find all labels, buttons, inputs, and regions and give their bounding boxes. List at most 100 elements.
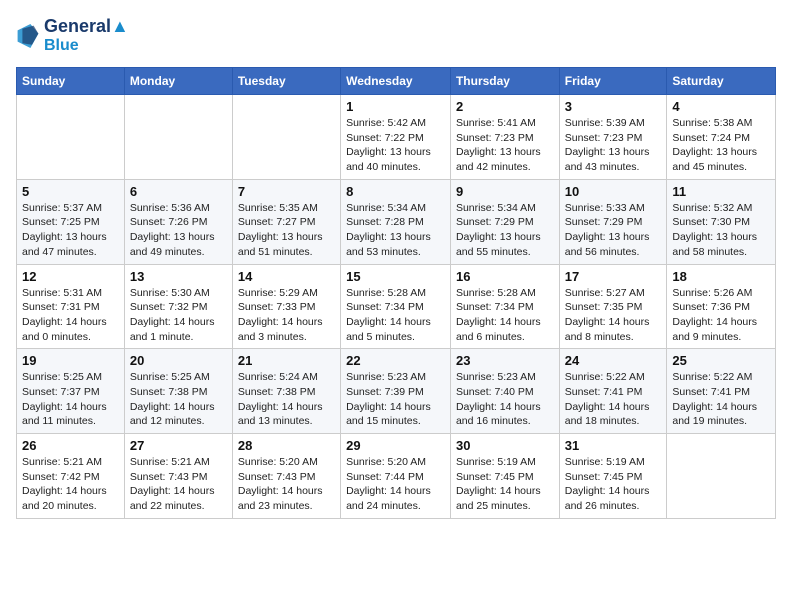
weekday-header-thursday: Thursday	[450, 68, 559, 95]
calendar-cell: 10Sunrise: 5:33 AM Sunset: 7:29 PM Dayli…	[559, 179, 667, 264]
day-number: 25	[672, 353, 770, 368]
day-number: 14	[238, 269, 335, 284]
calendar-cell	[17, 95, 125, 180]
calendar-cell: 15 Sunrise: 5:28 AM Sunset: 7:34 PM Dayli…	[341, 264, 451, 349]
day-number: 28	[238, 438, 335, 453]
calendar-cell: 2 Sunrise: 5:41 AM Sunset: 7:23 PM Daylig…	[450, 95, 559, 180]
weekday-header-sunday: Sunday	[17, 68, 125, 95]
day-number: 7	[238, 184, 335, 199]
day-info: Sunrise: 5:22 AM Sunset: 7:41 PM Dayligh…	[672, 370, 770, 429]
day-info: Sunrise: 5:39 AM Sunset: 7:23 PM Dayligh…	[565, 116, 662, 175]
calendar-cell: 11 Sunrise: 5:32 AM Sunset: 7:30 PM Dayli…	[667, 179, 776, 264]
day-info: Sunrise: 5:26 AM Sunset: 7:36 PM Dayligh…	[672, 286, 770, 345]
calendar-cell: 4 Sunrise: 5:38 AM Sunset: 7:24 PM Daylig…	[667, 95, 776, 180]
day-info: Sunrise: 5:22 AM Sunset: 7:41 PM Dayligh…	[565, 370, 662, 429]
day-info: Sunrise: 5:35 AM Sunset: 7:27 PM Dayligh…	[238, 201, 335, 260]
day-number: 22	[346, 353, 445, 368]
day-info: Sunrise: 5:25 AM Sunset: 7:37 PM Dayligh…	[22, 370, 119, 429]
day-info: Sunrise: 5:32 AM Sunset: 7:30 PM Dayligh…	[672, 201, 770, 260]
calendar-week-1: 1 Sunrise: 5:42 AM Sunset: 7:22 PM Daylig…	[17, 95, 776, 180]
calendar-cell: 1 Sunrise: 5:42 AM Sunset: 7:22 PM Daylig…	[341, 95, 451, 180]
calendar-cell: 22 Sunrise: 5:23 AM Sunset: 7:39 PM Dayli…	[341, 349, 451, 434]
calendar-cell: 29 Sunrise: 5:20 AM Sunset: 7:44 PM Dayli…	[341, 434, 451, 519]
day-number: 13	[130, 269, 227, 284]
day-info: Sunrise: 5:23 AM Sunset: 7:40 PM Dayligh…	[456, 370, 554, 429]
calendar-cell: 31 Sunrise: 5:19 AM Sunset: 7:45 PM Dayli…	[559, 434, 667, 519]
day-info: Sunrise: 5:36 AM Sunset: 7:26 PM Dayligh…	[130, 201, 227, 260]
calendar-cell: 13Sunrise: 5:30 AM Sunset: 7:32 PM Dayli…	[124, 264, 232, 349]
day-number: 10	[565, 184, 662, 199]
calendar-cell: 24 Sunrise: 5:22 AM Sunset: 7:41 PM Dayli…	[559, 349, 667, 434]
day-number: 8	[346, 184, 445, 199]
day-number: 30	[456, 438, 554, 453]
day-number: 17	[565, 269, 662, 284]
calendar-week-2: 5 Sunrise: 5:37 AM Sunset: 7:25 PM Daylig…	[17, 179, 776, 264]
day-info: Sunrise: 5:23 AM Sunset: 7:39 PM Dayligh…	[346, 370, 445, 429]
day-number: 2	[456, 99, 554, 114]
calendar-cell: 12 Sunrise: 5:31 AM Sunset: 7:31 PM Dayli…	[17, 264, 125, 349]
calendar-cell	[124, 95, 232, 180]
calendar-cell: 30Sunrise: 5:19 AM Sunset: 7:45 PM Dayli…	[450, 434, 559, 519]
calendar-cell: 6 Sunrise: 5:36 AM Sunset: 7:26 PM Daylig…	[124, 179, 232, 264]
day-info: Sunrise: 5:21 AM Sunset: 7:42 PM Dayligh…	[22, 455, 119, 514]
day-number: 19	[22, 353, 119, 368]
day-number: 6	[130, 184, 227, 199]
day-info: Sunrise: 5:31 AM Sunset: 7:31 PM Dayligh…	[22, 286, 119, 345]
day-number: 11	[672, 184, 770, 199]
day-info: Sunrise: 5:21 AM Sunset: 7:43 PM Dayligh…	[130, 455, 227, 514]
day-info: Sunrise: 5:20 AM Sunset: 7:44 PM Dayligh…	[346, 455, 445, 514]
calendar-cell: 20 Sunrise: 5:25 AM Sunset: 7:38 PM Dayli…	[124, 349, 232, 434]
calendar-cell	[667, 434, 776, 519]
weekday-header-monday: Monday	[124, 68, 232, 95]
calendar-body: 1 Sunrise: 5:42 AM Sunset: 7:22 PM Daylig…	[17, 95, 776, 519]
logo: General▲ Blue	[16, 16, 129, 55]
calendar-cell: 8 Sunrise: 5:34 AM Sunset: 7:28 PM Daylig…	[341, 179, 451, 264]
day-number: 31	[565, 438, 662, 453]
day-number: 21	[238, 353, 335, 368]
logo-icon	[16, 22, 40, 50]
day-info: Sunrise: 5:34 AM Sunset: 7:29 PM Dayligh…	[456, 201, 554, 260]
day-number: 15	[346, 269, 445, 284]
day-info: Sunrise: 5:24 AM Sunset: 7:38 PM Dayligh…	[238, 370, 335, 429]
calendar-cell: 9 Sunrise: 5:34 AM Sunset: 7:29 PM Daylig…	[450, 179, 559, 264]
calendar-header: SundayMondayTuesdayWednesdayThursdayFrid…	[17, 68, 776, 95]
day-info: Sunrise: 5:25 AM Sunset: 7:38 PM Dayligh…	[130, 370, 227, 429]
day-info: Sunrise: 5:27 AM Sunset: 7:35 PM Dayligh…	[565, 286, 662, 345]
calendar-cell: 27 Sunrise: 5:21 AM Sunset: 7:43 PM Dayli…	[124, 434, 232, 519]
calendar-cell: 26 Sunrise: 5:21 AM Sunset: 7:42 PM Dayli…	[17, 434, 125, 519]
calendar-cell: 14Sunrise: 5:29 AM Sunset: 7:33 PM Dayli…	[232, 264, 340, 349]
weekday-header-tuesday: Tuesday	[232, 68, 340, 95]
calendar-cell: 17 Sunrise: 5:27 AM Sunset: 7:35 PM Dayli…	[559, 264, 667, 349]
calendar-cell: 3 Sunrise: 5:39 AM Sunset: 7:23 PM Daylig…	[559, 95, 667, 180]
day-number: 26	[22, 438, 119, 453]
weekday-header-friday: Friday	[559, 68, 667, 95]
weekday-header-row: SundayMondayTuesdayWednesdayThursdayFrid…	[17, 68, 776, 95]
calendar-cell: 21 Sunrise: 5:24 AM Sunset: 7:38 PM Dayli…	[232, 349, 340, 434]
day-number: 20	[130, 353, 227, 368]
day-number: 5	[22, 184, 119, 199]
day-number: 24	[565, 353, 662, 368]
calendar-cell: 23Sunrise: 5:23 AM Sunset: 7:40 PM Dayli…	[450, 349, 559, 434]
calendar-week-3: 12 Sunrise: 5:31 AM Sunset: 7:31 PM Dayli…	[17, 264, 776, 349]
day-info: Sunrise: 5:28 AM Sunset: 7:34 PM Dayligh…	[346, 286, 445, 345]
calendar-cell: 25 Sunrise: 5:22 AM Sunset: 7:41 PM Dayli…	[667, 349, 776, 434]
day-number: 27	[130, 438, 227, 453]
day-number: 1	[346, 99, 445, 114]
day-number: 29	[346, 438, 445, 453]
day-number: 3	[565, 99, 662, 114]
day-info: Sunrise: 5:38 AM Sunset: 7:24 PM Dayligh…	[672, 116, 770, 175]
day-info: Sunrise: 5:42 AM Sunset: 7:22 PM Dayligh…	[346, 116, 445, 175]
day-info: Sunrise: 5:37 AM Sunset: 7:25 PM Dayligh…	[22, 201, 119, 260]
day-info: Sunrise: 5:19 AM Sunset: 7:45 PM Dayligh…	[565, 455, 662, 514]
calendar-cell: 19 Sunrise: 5:25 AM Sunset: 7:37 PM Dayli…	[17, 349, 125, 434]
logo-text: General▲ Blue	[44, 16, 129, 55]
calendar-cell: 16Sunrise: 5:28 AM Sunset: 7:34 PM Dayli…	[450, 264, 559, 349]
calendar-cell: 5 Sunrise: 5:37 AM Sunset: 7:25 PM Daylig…	[17, 179, 125, 264]
day-number: 4	[672, 99, 770, 114]
day-info: Sunrise: 5:20 AM Sunset: 7:43 PM Dayligh…	[238, 455, 335, 514]
day-info: Sunrise: 5:34 AM Sunset: 7:28 PM Dayligh…	[346, 201, 445, 260]
day-number: 12	[22, 269, 119, 284]
weekday-header-wednesday: Wednesday	[341, 68, 451, 95]
day-number: 9	[456, 184, 554, 199]
day-info: Sunrise: 5:41 AM Sunset: 7:23 PM Dayligh…	[456, 116, 554, 175]
